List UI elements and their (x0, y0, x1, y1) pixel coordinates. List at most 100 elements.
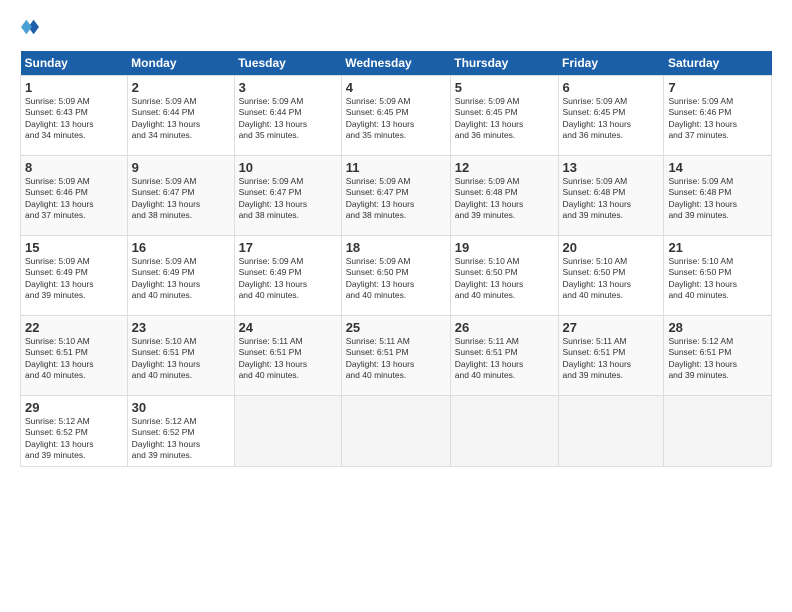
day-info: Sunrise: 5:09 AMSunset: 6:46 PMDaylight:… (668, 96, 767, 142)
day-number: 5 (455, 80, 554, 95)
day-number: 3 (239, 80, 337, 95)
day-info: Sunrise: 5:10 AMSunset: 6:50 PMDaylight:… (455, 256, 554, 302)
header (20, 18, 772, 41)
day-number: 11 (346, 160, 446, 175)
day-info: Sunrise: 5:12 AMSunset: 6:52 PMDaylight:… (25, 416, 123, 462)
day-info: Sunrise: 5:09 AMSunset: 6:50 PMDaylight:… (346, 256, 446, 302)
col-tuesday: Tuesday (234, 51, 341, 76)
day-info: Sunrise: 5:09 AMSunset: 6:45 PMDaylight:… (346, 96, 446, 142)
table-row: 3Sunrise: 5:09 AMSunset: 6:44 PMDaylight… (234, 76, 341, 156)
day-info: Sunrise: 5:11 AMSunset: 6:51 PMDaylight:… (346, 336, 446, 382)
day-info: Sunrise: 5:10 AMSunset: 6:51 PMDaylight:… (25, 336, 123, 382)
table-row: 19Sunrise: 5:10 AMSunset: 6:50 PMDayligh… (450, 236, 558, 316)
day-number: 12 (455, 160, 554, 175)
table-row: 16Sunrise: 5:09 AMSunset: 6:49 PMDayligh… (127, 236, 234, 316)
day-info: Sunrise: 5:10 AMSunset: 6:50 PMDaylight:… (668, 256, 767, 302)
table-row (664, 396, 772, 467)
day-number: 15 (25, 240, 123, 255)
day-info: Sunrise: 5:09 AMSunset: 6:47 PMDaylight:… (346, 176, 446, 222)
day-number: 14 (668, 160, 767, 175)
day-number: 28 (668, 320, 767, 335)
day-number: 29 (25, 400, 123, 415)
day-number: 26 (455, 320, 554, 335)
table-row: 30Sunrise: 5:12 AMSunset: 6:52 PMDayligh… (127, 396, 234, 467)
calendar-table: Sunday Monday Tuesday Wednesday Thursday… (20, 51, 772, 467)
day-info: Sunrise: 5:10 AMSunset: 6:51 PMDaylight:… (132, 336, 230, 382)
day-info: Sunrise: 5:09 AMSunset: 6:46 PMDaylight:… (25, 176, 123, 222)
table-row (341, 396, 450, 467)
calendar-week-row: 15Sunrise: 5:09 AMSunset: 6:49 PMDayligh… (21, 236, 772, 316)
day-info: Sunrise: 5:09 AMSunset: 6:45 PMDaylight:… (563, 96, 660, 142)
table-row: 2Sunrise: 5:09 AMSunset: 6:44 PMDaylight… (127, 76, 234, 156)
day-number: 2 (132, 80, 230, 95)
table-row: 17Sunrise: 5:09 AMSunset: 6:49 PMDayligh… (234, 236, 341, 316)
day-number: 21 (668, 240, 767, 255)
table-row: 29Sunrise: 5:12 AMSunset: 6:52 PMDayligh… (21, 396, 128, 467)
table-row: 1Sunrise: 5:09 AMSunset: 6:43 PMDaylight… (21, 76, 128, 156)
table-row: 21Sunrise: 5:10 AMSunset: 6:50 PMDayligh… (664, 236, 772, 316)
table-row: 18Sunrise: 5:09 AMSunset: 6:50 PMDayligh… (341, 236, 450, 316)
day-number: 24 (239, 320, 337, 335)
day-info: Sunrise: 5:09 AMSunset: 6:49 PMDaylight:… (25, 256, 123, 302)
calendar-week-row: 8Sunrise: 5:09 AMSunset: 6:46 PMDaylight… (21, 156, 772, 236)
calendar-header-row: Sunday Monday Tuesday Wednesday Thursday… (21, 51, 772, 76)
day-number: 27 (563, 320, 660, 335)
table-row: 25Sunrise: 5:11 AMSunset: 6:51 PMDayligh… (341, 316, 450, 396)
day-number: 7 (668, 80, 767, 95)
table-row: 26Sunrise: 5:11 AMSunset: 6:51 PMDayligh… (450, 316, 558, 396)
day-number: 23 (132, 320, 230, 335)
calendar-week-row: 29Sunrise: 5:12 AMSunset: 6:52 PMDayligh… (21, 396, 772, 467)
table-row: 23Sunrise: 5:10 AMSunset: 6:51 PMDayligh… (127, 316, 234, 396)
day-info: Sunrise: 5:09 AMSunset: 6:49 PMDaylight:… (132, 256, 230, 302)
day-info: Sunrise: 5:09 AMSunset: 6:49 PMDaylight:… (239, 256, 337, 302)
day-info: Sunrise: 5:09 AMSunset: 6:48 PMDaylight:… (563, 176, 660, 222)
calendar-week-row: 1Sunrise: 5:09 AMSunset: 6:43 PMDaylight… (21, 76, 772, 156)
table-row: 20Sunrise: 5:10 AMSunset: 6:50 PMDayligh… (558, 236, 664, 316)
table-row: 13Sunrise: 5:09 AMSunset: 6:48 PMDayligh… (558, 156, 664, 236)
table-row: 12Sunrise: 5:09 AMSunset: 6:48 PMDayligh… (450, 156, 558, 236)
table-row: 22Sunrise: 5:10 AMSunset: 6:51 PMDayligh… (21, 316, 128, 396)
table-row: 9Sunrise: 5:09 AMSunset: 6:47 PMDaylight… (127, 156, 234, 236)
table-row: 28Sunrise: 5:12 AMSunset: 6:51 PMDayligh… (664, 316, 772, 396)
calendar-week-row: 22Sunrise: 5:10 AMSunset: 6:51 PMDayligh… (21, 316, 772, 396)
table-row: 10Sunrise: 5:09 AMSunset: 6:47 PMDayligh… (234, 156, 341, 236)
day-number: 18 (346, 240, 446, 255)
table-row: 27Sunrise: 5:11 AMSunset: 6:51 PMDayligh… (558, 316, 664, 396)
table-row: 11Sunrise: 5:09 AMSunset: 6:47 PMDayligh… (341, 156, 450, 236)
day-number: 6 (563, 80, 660, 95)
col-saturday: Saturday (664, 51, 772, 76)
day-info: Sunrise: 5:09 AMSunset: 6:47 PMDaylight:… (132, 176, 230, 222)
table-row: 14Sunrise: 5:09 AMSunset: 6:48 PMDayligh… (664, 156, 772, 236)
table-row (450, 396, 558, 467)
day-number: 10 (239, 160, 337, 175)
day-info: Sunrise: 5:11 AMSunset: 6:51 PMDaylight:… (239, 336, 337, 382)
day-number: 20 (563, 240, 660, 255)
day-number: 19 (455, 240, 554, 255)
day-number: 30 (132, 400, 230, 415)
logo (20, 18, 43, 41)
table-row (234, 396, 341, 467)
day-number: 1 (25, 80, 123, 95)
col-thursday: Thursday (450, 51, 558, 76)
day-info: Sunrise: 5:09 AMSunset: 6:43 PMDaylight:… (25, 96, 123, 142)
day-info: Sunrise: 5:09 AMSunset: 6:48 PMDaylight:… (455, 176, 554, 222)
day-info: Sunrise: 5:09 AMSunset: 6:44 PMDaylight:… (239, 96, 337, 142)
table-row (558, 396, 664, 467)
day-info: Sunrise: 5:12 AMSunset: 6:52 PMDaylight:… (132, 416, 230, 462)
day-number: 25 (346, 320, 446, 335)
day-number: 9 (132, 160, 230, 175)
table-row: 24Sunrise: 5:11 AMSunset: 6:51 PMDayligh… (234, 316, 341, 396)
day-info: Sunrise: 5:11 AMSunset: 6:51 PMDaylight:… (455, 336, 554, 382)
day-info: Sunrise: 5:09 AMSunset: 6:47 PMDaylight:… (239, 176, 337, 222)
col-friday: Friday (558, 51, 664, 76)
table-row: 7Sunrise: 5:09 AMSunset: 6:46 PMDaylight… (664, 76, 772, 156)
col-sunday: Sunday (21, 51, 128, 76)
day-info: Sunrise: 5:09 AMSunset: 6:45 PMDaylight:… (455, 96, 554, 142)
logo-icon (21, 18, 39, 36)
day-number: 22 (25, 320, 123, 335)
calendar-page: Sunday Monday Tuesday Wednesday Thursday… (0, 0, 792, 612)
day-info: Sunrise: 5:11 AMSunset: 6:51 PMDaylight:… (563, 336, 660, 382)
day-info: Sunrise: 5:09 AMSunset: 6:48 PMDaylight:… (668, 176, 767, 222)
table-row: 6Sunrise: 5:09 AMSunset: 6:45 PMDaylight… (558, 76, 664, 156)
day-number: 8 (25, 160, 123, 175)
